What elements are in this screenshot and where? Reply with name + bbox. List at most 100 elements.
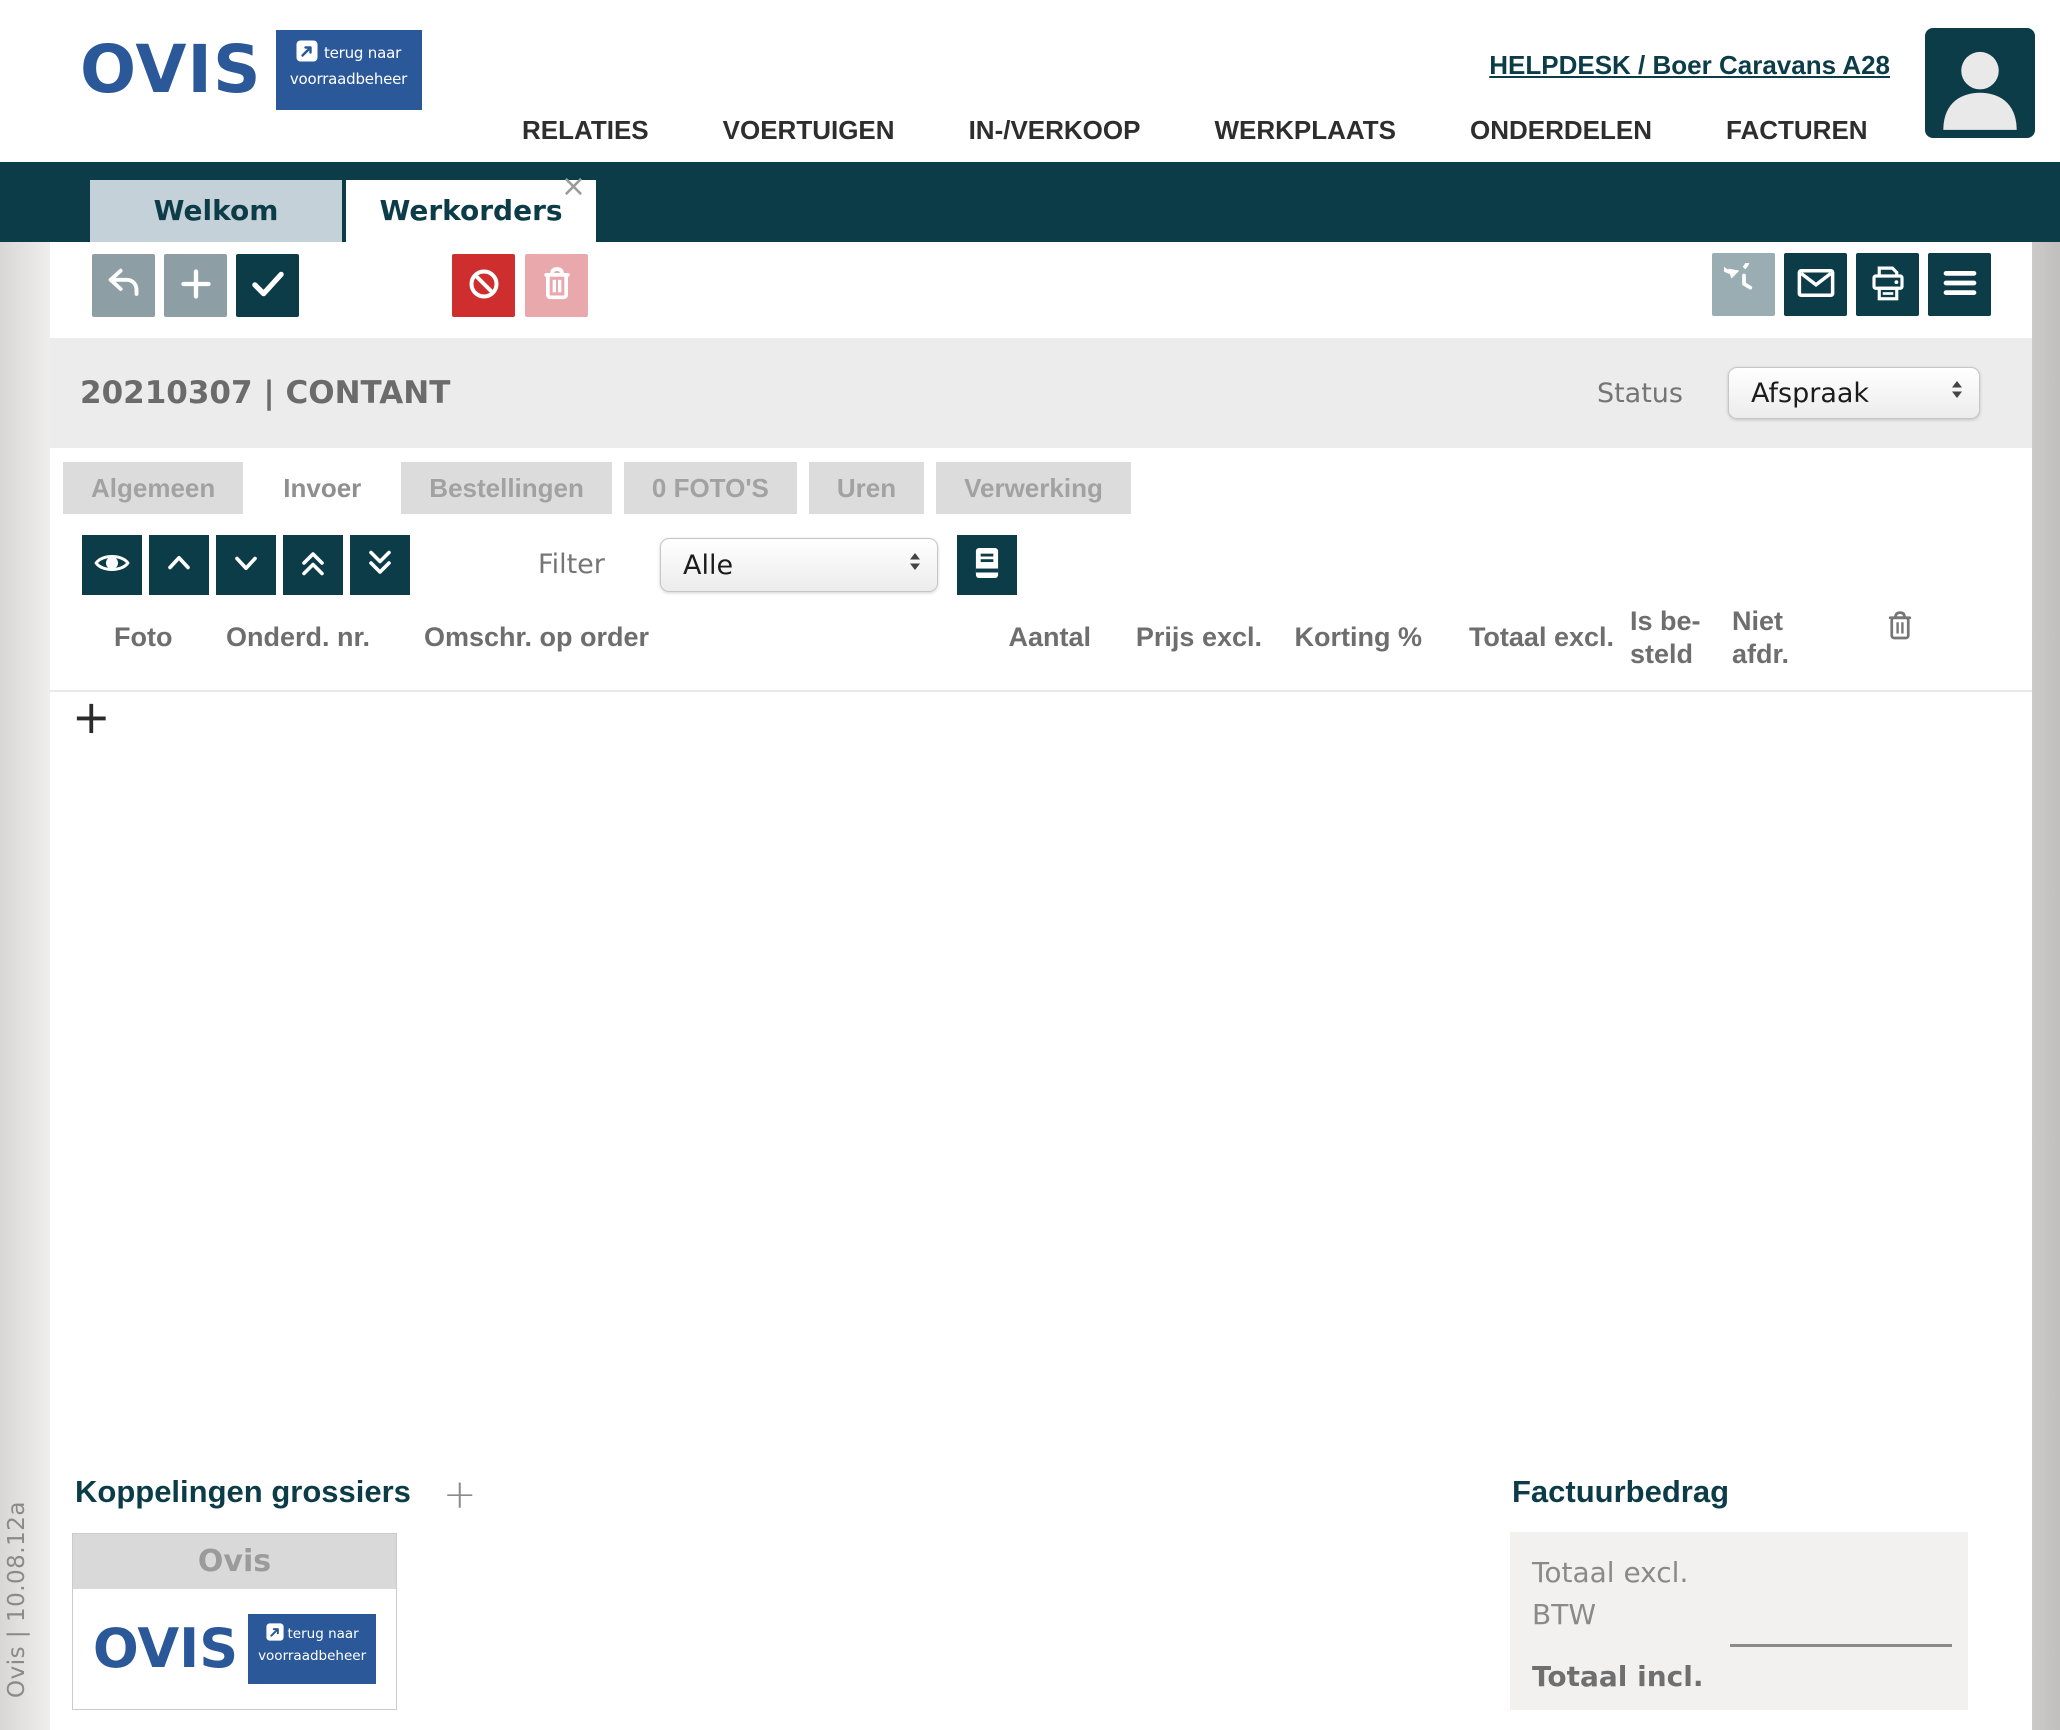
order-subtabs: Algemeen Invoer Bestellingen 0 FOTO'S Ur… [63, 462, 1131, 514]
toolbar-left-group [92, 254, 299, 317]
select-arrows-icon [903, 550, 927, 581]
chevron-down-icon [228, 545, 264, 585]
double-chevron-down-icon [362, 545, 398, 585]
tab-werkorders[interactable]: Werkorders × [346, 180, 596, 242]
add-button[interactable] [164, 254, 227, 317]
nav-item-onderdelen[interactable]: ONDERDELEN [1470, 115, 1652, 146]
logo-text: OVIS [80, 37, 262, 103]
history-button[interactable] [1712, 253, 1775, 316]
app-logo[interactable]: OVIS terug naar voorraadbeheer [80, 30, 422, 110]
double-chevron-up-icon [295, 545, 331, 585]
view-button[interactable] [82, 535, 142, 595]
nav-item-facturen[interactable]: FACTUREN [1726, 115, 1868, 146]
confirm-button[interactable] [236, 254, 299, 317]
order-title: 20210307 | CONTANT [80, 375, 450, 411]
tab-welkom[interactable]: Welkom [90, 180, 342, 242]
grossier-card-ovis[interactable]: Ovis OVIS terug naar voorraadbeheer [72, 1533, 397, 1710]
logo-badge-line2: voorraadbeheer [290, 70, 407, 88]
logo-badge[interactable]: terug naar voorraadbeheer [276, 30, 422, 110]
col-aantal: Aantal [941, 622, 1091, 653]
toolbar-right-group [1712, 253, 1991, 316]
move-down-button[interactable] [216, 535, 276, 595]
book-icon [968, 544, 1006, 586]
check-icon [247, 263, 289, 309]
table-divider [50, 690, 2032, 692]
nav-item-relaties[interactable]: RELATIES [522, 115, 649, 146]
logo-badge-line1: terug naar [324, 44, 401, 62]
invoice-total-incl-label: Totaal incl. [1532, 1660, 1704, 1693]
logo-text: OVIS [93, 1622, 238, 1676]
add-grossier-button[interactable]: + [443, 1472, 477, 1518]
filter-select[interactable]: Alle [660, 538, 938, 592]
external-link-icon [266, 1623, 284, 1645]
toolbar-danger-group [452, 254, 588, 317]
grossiers-title: Koppelingen grossiers [75, 1474, 411, 1510]
plus-icon [176, 264, 216, 308]
invoice-total-excl-label: Totaal excl. [1532, 1556, 1688, 1589]
grossier-card-logo: OVIS terug naar voorraadbeheer [73, 1589, 396, 1709]
move-up-button[interactable] [149, 535, 209, 595]
account-link[interactable]: HELPDESK / Boer Caravans A28 [1489, 50, 1890, 81]
history-icon [1724, 263, 1764, 307]
main-nav: RELATIES VOERTUIGEN IN-/VERKOOP WERKPLAA… [522, 115, 1868, 146]
chevron-up-icon [161, 545, 197, 585]
invoice-sum-line [1730, 1644, 1952, 1647]
row-nav-buttons [82, 535, 410, 595]
mail-icon [1795, 262, 1837, 308]
grossier-card-title: Ovis [73, 1534, 396, 1589]
tab-bar: Welkom Werkorders × [0, 162, 2060, 242]
invoice-panel: Totaal excl. BTW Totaal incl. [1510, 1532, 1968, 1710]
add-row-button[interactable]: + [72, 694, 111, 740]
tab-werkorders-label: Werkorders [379, 194, 562, 227]
mail-button[interactable] [1784, 253, 1847, 316]
col-onderdeel-nr: Onderd. nr. [226, 622, 370, 653]
version-text: Ovis | 10.08.12a [4, 1478, 30, 1698]
order-header-band: 20210307 | CONTANT Status Afspraak [50, 338, 2032, 448]
catalog-button[interactable] [957, 535, 1017, 595]
nav-item-in-verkoop[interactable]: IN-/VERKOOP [969, 115, 1141, 146]
logo-badge: terug naar voorraadbeheer [248, 1614, 376, 1684]
subtab-invoer[interactable]: Invoer [255, 462, 389, 514]
delete-column-button[interactable] [1882, 608, 1918, 651]
move-bottom-button[interactable] [350, 535, 410, 595]
col-foto: Foto [114, 622, 172, 653]
col-omschrijving: Omschr. op order [424, 622, 649, 653]
filter-value: Alle [683, 550, 733, 581]
trash-icon [537, 264, 577, 308]
col-niet-afdrukken: Niet afdr. [1732, 605, 1789, 671]
nav-item-werkplaats[interactable]: WERKPLAATS [1214, 115, 1396, 146]
avatar[interactable] [1925, 28, 2035, 138]
subtab-verwerking[interactable]: Verwerking [936, 462, 1131, 514]
block-icon [464, 264, 504, 308]
cancel-order-button[interactable] [452, 254, 515, 317]
status-group: Status Afspraak [1597, 367, 1980, 419]
parts-table-header: Foto Onderd. nr. Omschr. op order Aantal… [50, 600, 2032, 688]
scrollbar-track[interactable] [2032, 242, 2060, 1730]
col-korting: Korting % [1242, 622, 1422, 653]
subtab-algemeen[interactable]: Algemeen [63, 462, 243, 514]
filter-label: Filter [538, 535, 605, 595]
status-label: Status [1597, 378, 1683, 409]
delete-order-button[interactable] [525, 254, 588, 317]
col-is-besteld: Is be- steld [1630, 605, 1701, 671]
print-icon [1867, 262, 1909, 308]
person-icon [1930, 34, 2030, 138]
eye-icon [92, 543, 132, 587]
subtab-bestellingen[interactable]: Bestellingen [401, 462, 612, 514]
menu-button[interactable] [1928, 253, 1991, 316]
external-link-icon [296, 40, 318, 66]
undo-icon [104, 264, 144, 308]
status-value: Afspraak [1751, 378, 1869, 409]
move-top-button[interactable] [283, 535, 343, 595]
select-arrows-icon [1945, 378, 1969, 409]
col-prijs-excl: Prijs excl. [1082, 622, 1262, 653]
print-button[interactable] [1856, 253, 1919, 316]
invoice-btw-label: BTW [1532, 1598, 1596, 1631]
subtab-uren[interactable]: Uren [809, 462, 924, 514]
app-header: OVIS terug naar voorraadbeheer RELATIES … [0, 0, 2060, 162]
close-icon[interactable]: × [561, 172, 586, 202]
status-select[interactable]: Afspraak [1728, 367, 1980, 419]
undo-button[interactable] [92, 254, 155, 317]
nav-item-voertuigen[interactable]: VOERTUIGEN [723, 115, 895, 146]
subtab-fotos[interactable]: 0 FOTO'S [624, 462, 797, 514]
